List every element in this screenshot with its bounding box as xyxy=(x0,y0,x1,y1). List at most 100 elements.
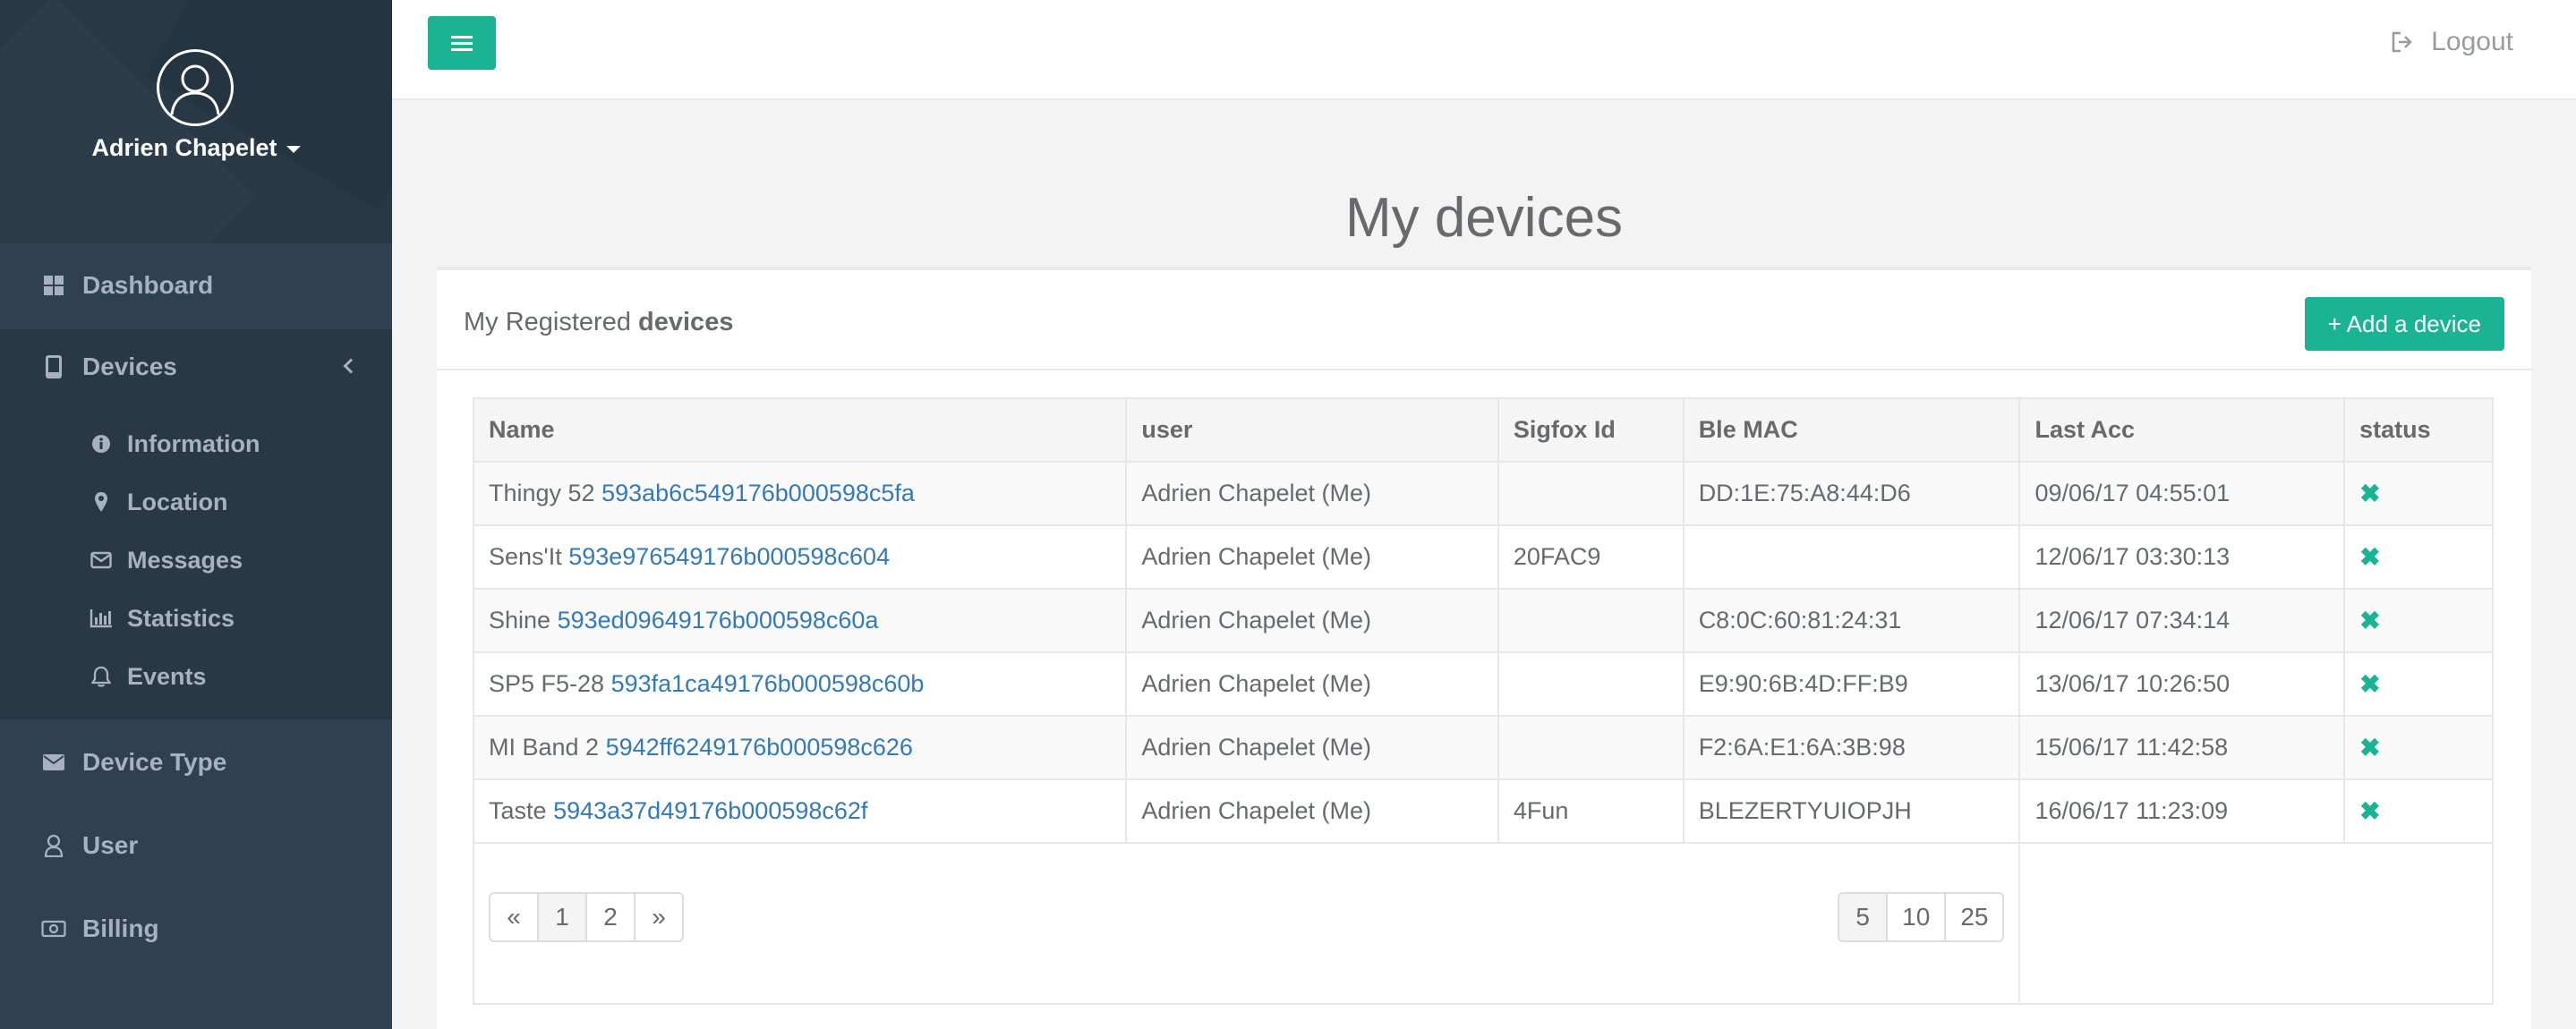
submenu-item-events[interactable]: Events xyxy=(0,650,392,703)
sigfox-cell xyxy=(1497,715,1685,780)
table-footer-row: « 1 2 » 5 10 25 xyxy=(472,842,2494,1005)
top-navbar: Logout xyxy=(392,0,2576,100)
page-size-10-button[interactable]: 10 xyxy=(1886,892,1947,942)
submenu-item-messages[interactable]: Messages xyxy=(0,533,392,587)
user-icon xyxy=(41,833,66,858)
device-name-cell: Thingy 52 593ab6c549176b000598c5fa xyxy=(472,461,1128,526)
info-icon xyxy=(90,432,113,455)
caret-down-icon xyxy=(286,145,301,153)
bell-icon xyxy=(90,665,113,688)
sidebar-item-devices[interactable]: Devices xyxy=(0,329,392,404)
menu-toggle-button[interactable] xyxy=(428,16,496,70)
submenu-item-location[interactable]: Location xyxy=(0,475,392,529)
sidebar: Adrien Chapelet Dashboard Devices Inform… xyxy=(0,0,392,1029)
sidebar-item-label: Device Type xyxy=(82,748,227,776)
ble-mac-cell: F2:6A:E1:6A:3B:98 xyxy=(1682,715,2021,780)
last-acc-cell: 15/06/17 11:42:58 xyxy=(2018,715,2346,780)
hamburger-icon xyxy=(451,36,473,51)
add-device-button[interactable]: + Add a device xyxy=(2304,297,2504,351)
page-2-button[interactable]: 2 xyxy=(585,892,635,942)
status-x-icon: ✖ xyxy=(2359,797,2381,825)
column-header-status[interactable]: status xyxy=(2343,397,2494,463)
table-row: Sens'It 593e976549176b000598c604 Adrien … xyxy=(472,524,2494,590)
column-header-last-acc[interactable]: Last Acc xyxy=(2018,397,2346,463)
ble-mac-cell: DD:1E:75:A8:44:D6 xyxy=(1682,461,2021,526)
table-row: Thingy 52 593ab6c549176b000598c5fa Adrie… xyxy=(472,461,2494,526)
submenu-item-label: Events xyxy=(127,662,207,690)
sidebar-item-user[interactable]: User xyxy=(0,805,392,886)
device-id-link[interactable]: 5943a37d49176b000598c62f xyxy=(553,797,867,824)
sidebar-item-label: User xyxy=(82,831,139,859)
page-1-button[interactable]: 1 xyxy=(537,892,587,942)
status-x-icon: ✖ xyxy=(2359,670,2381,698)
device-id-link[interactable]: 593ed09649176b000598c60a xyxy=(558,607,879,634)
device-name: MI Band 2 xyxy=(489,734,600,761)
page-title: My devices xyxy=(1344,187,1624,249)
money-icon xyxy=(41,916,66,941)
profile-header: Adrien Chapelet xyxy=(0,0,392,243)
column-header-name[interactable]: Name xyxy=(472,397,1128,463)
profile-name-dropdown[interactable]: Adrien Chapelet xyxy=(0,134,392,162)
devices-panel: My Registered devices + Add a device Nam… xyxy=(437,267,2531,1029)
sidebar-item-dashboard[interactable]: Dashboard xyxy=(0,245,392,326)
sigfox-cell xyxy=(1497,651,1685,717)
devices-submenu: Information Location Messages Statistics… xyxy=(0,404,392,719)
page-size-5-button[interactable]: 5 xyxy=(1838,892,1889,942)
page-next-button[interactable]: » xyxy=(634,892,684,942)
dashboard-icon xyxy=(41,273,66,298)
column-header-ble-mac[interactable]: Ble MAC xyxy=(1682,397,2021,463)
envelope-open-icon xyxy=(90,549,113,572)
sigfox-cell xyxy=(1497,461,1685,526)
device-id-link[interactable]: 5942ff6249176b000598c626 xyxy=(606,734,913,761)
user-cell: Adrien Chapelet (Me) xyxy=(1125,715,1499,780)
page-prev-button[interactable]: « xyxy=(489,892,539,942)
submenu-item-information[interactable]: Information xyxy=(0,417,392,471)
status-x-icon: ✖ xyxy=(2359,543,2381,571)
submenu-item-label: Location xyxy=(127,488,228,515)
envelope-icon xyxy=(41,750,66,775)
ble-mac-cell xyxy=(1682,524,2021,590)
sidebar-item-device-type[interactable]: Device Type xyxy=(0,722,392,803)
device-name: Taste xyxy=(489,797,547,824)
ble-mac-cell: C8:0C:60:81:24:31 xyxy=(1682,588,2021,653)
devices-table: Name user Sigfox Id Ble MAC Last Acc sta… xyxy=(472,397,2494,1005)
column-header-sigfox-id[interactable]: Sigfox Id xyxy=(1497,397,1685,463)
sign-out-icon xyxy=(2390,30,2415,55)
panel-title-prefix: My Registered xyxy=(464,308,631,336)
table-row: Taste 5943a37d49176b000598c62f Adrien Ch… xyxy=(472,778,2494,844)
sigfox-cell: 4Fun xyxy=(1497,778,1685,844)
device-id-link[interactable]: 593e976549176b000598c604 xyxy=(568,543,890,570)
device-id-link[interactable]: 593ab6c549176b000598c5fa xyxy=(601,480,915,506)
last-acc-cell: 12/06/17 07:34:14 xyxy=(2018,588,2346,653)
submenu-item-statistics[interactable]: Statistics xyxy=(0,591,392,645)
page-size-selector: 5 10 25 xyxy=(1838,892,2005,942)
bar-chart-icon xyxy=(90,607,113,630)
avatar[interactable] xyxy=(157,49,234,126)
logout-link[interactable]: Logout xyxy=(2390,27,2513,57)
column-header-user[interactable]: user xyxy=(1125,397,1499,463)
device-name-cell: Sens'It 593e976549176b000598c604 xyxy=(472,524,1128,590)
table-row: MI Band 2 5942ff6249176b000598c626 Adrie… xyxy=(472,715,2494,780)
device-name: SP5 F5-28 xyxy=(489,670,605,697)
submenu-item-label: Messages xyxy=(127,546,243,574)
user-cell: Adrien Chapelet (Me) xyxy=(1125,778,1499,844)
status-cell: ✖ xyxy=(2343,778,2494,844)
sigfox-cell: 20FAC9 xyxy=(1497,524,1685,590)
device-id-link[interactable]: 593fa1ca49176b000598c60b xyxy=(611,670,925,697)
user-cell: Adrien Chapelet (Me) xyxy=(1125,461,1499,526)
ble-mac-cell: BLEZERTYUIOPJH xyxy=(1682,778,2021,844)
last-acc-cell: 13/06/17 10:26:50 xyxy=(2018,651,2346,717)
sidebar-item-label: Billing xyxy=(82,914,159,942)
page-size-25-button[interactable]: 25 xyxy=(1944,892,2005,942)
table-row: Shine 593ed09649176b000598c60a Adrien Ch… xyxy=(472,588,2494,653)
profile-name: Adrien Chapelet xyxy=(91,134,277,161)
pagination-cell: « 1 2 » 5 10 25 xyxy=(472,842,2021,1005)
map-marker-icon xyxy=(90,490,113,514)
chevron-left-icon xyxy=(343,358,359,374)
sidebar-item-billing[interactable]: Billing xyxy=(0,889,392,969)
user-cell: Adrien Chapelet (Me) xyxy=(1125,651,1499,717)
page-pagination: « 1 2 » xyxy=(489,892,684,942)
ble-mac-cell: E9:90:6B:4D:FF:B9 xyxy=(1682,651,2021,717)
submenu-item-label: Statistics xyxy=(127,604,235,632)
table-header-row: Name user Sigfox Id Ble MAC Last Acc sta… xyxy=(472,397,2494,463)
